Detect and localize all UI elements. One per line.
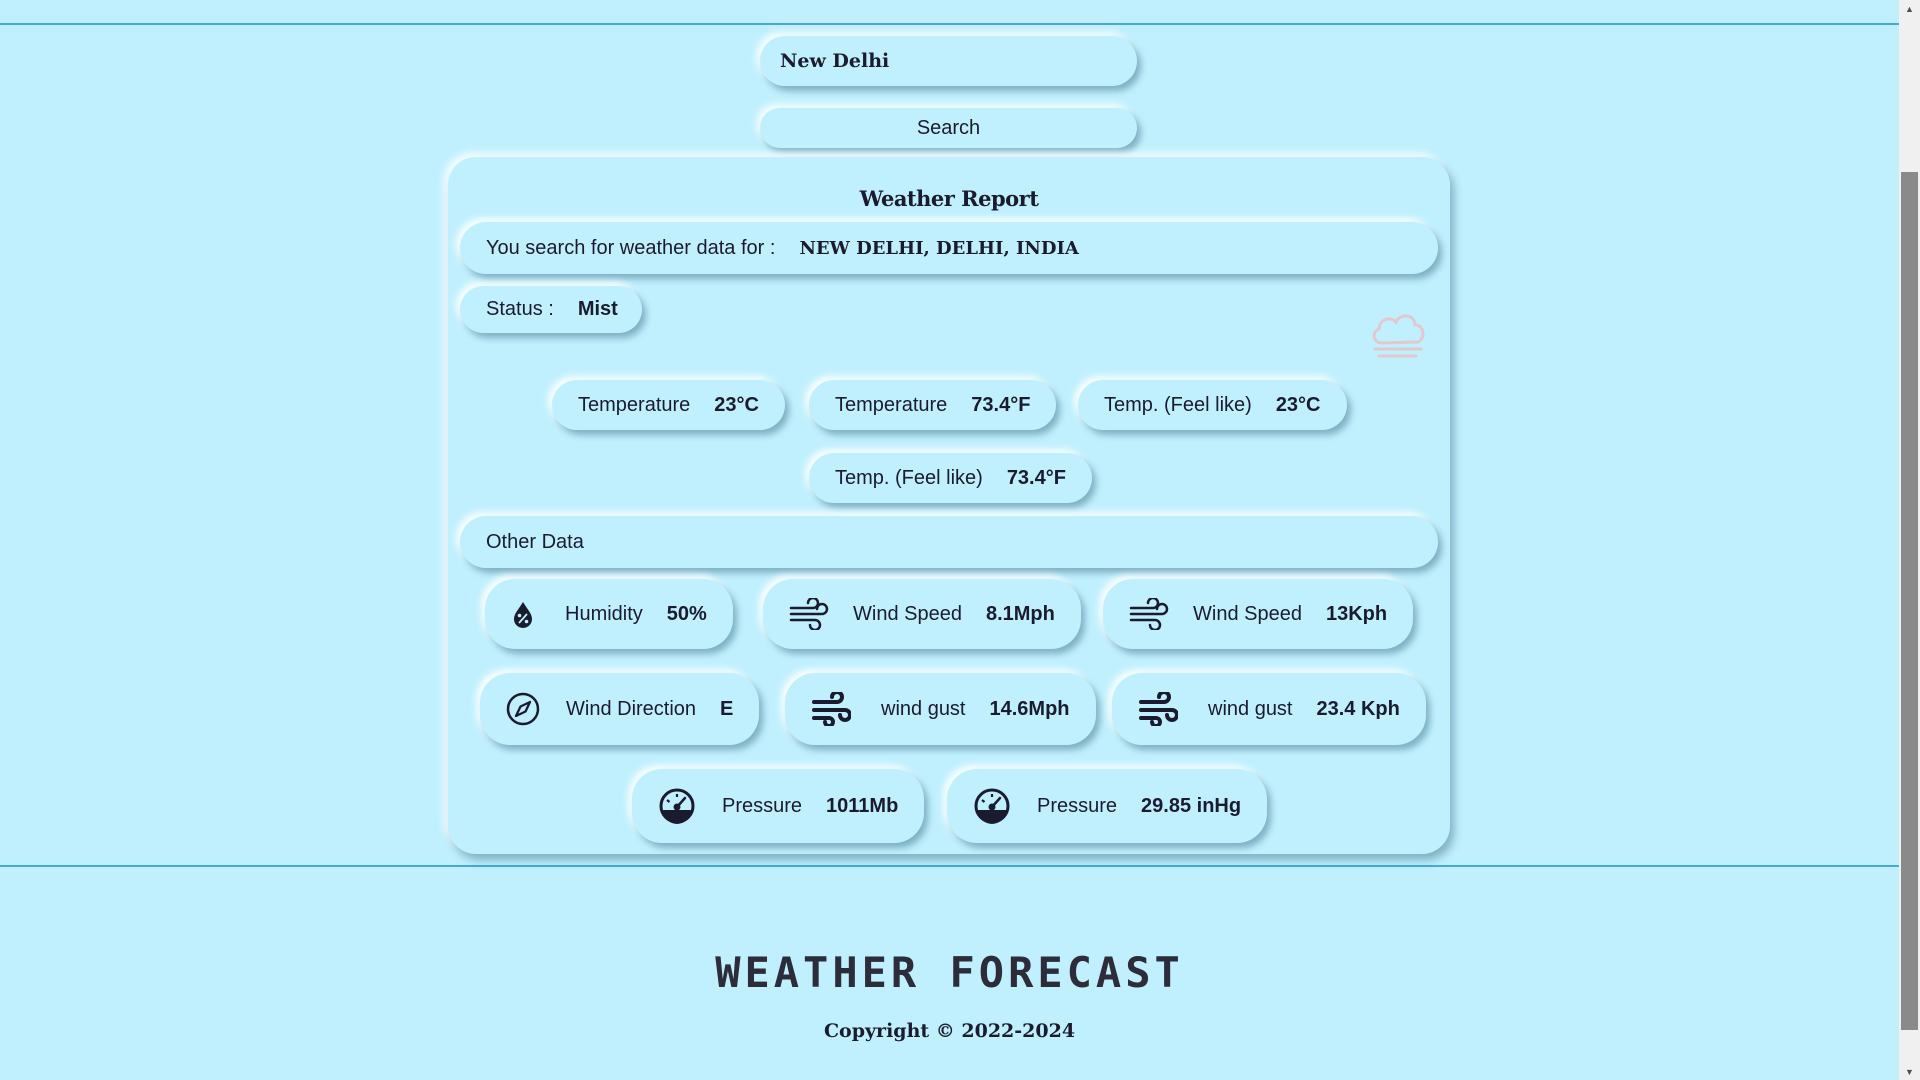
metric-value: E <box>720 697 734 720</box>
metric-label: wind gust <box>1208 697 1293 720</box>
wind-gust-icon <box>811 692 851 726</box>
compass-icon <box>506 692 540 726</box>
metric-value: 50% <box>666 602 707 625</box>
status-value: Mist <box>577 298 618 320</box>
metric-label: Wind Speed <box>1193 602 1302 625</box>
humidity-pill: Humidity 50% <box>485 579 733 649</box>
pressure-mb-pill: Pressure 1011Mb <box>632 769 925 843</box>
search-button[interactable]: Search <box>760 108 1137 148</box>
wind-speed-mph-pill: Wind Speed 8.1Mph <box>763 579 1081 649</box>
copyright-text: Copyright © 2022-2024 <box>823 1020 1076 1042</box>
temp-label: Temperature <box>835 393 948 416</box>
feels-like-c-pill: Temp. (Feel like) 23°C <box>1078 380 1347 430</box>
city-search-input[interactable] <box>760 36 1137 86</box>
metric-label: Wind Speed <box>853 602 962 625</box>
metric-label: Pressure <box>722 794 803 817</box>
wind-gust-icon <box>1138 692 1178 726</box>
metric-label: Pressure <box>1037 794 1118 817</box>
metric-value: 13Kph <box>1325 602 1388 625</box>
top-divider <box>0 23 1899 25</box>
wind-gust-kph-pill: wind gust 23.4 Kph <box>1112 673 1426 745</box>
bottom-divider <box>0 865 1899 867</box>
humidity-icon <box>511 600 535 628</box>
metric-value: 14.6Mph <box>989 697 1070 720</box>
metric-value: 8.1Mph <box>985 602 1055 625</box>
scroll-down-arrow-icon[interactable]: ▼ <box>1899 1063 1920 1080</box>
report-title: Weather Report <box>859 186 1039 211</box>
wind-direction-pill: Wind Direction E <box>480 673 760 745</box>
cloud-mist-icon <box>1368 305 1428 361</box>
scrollbar-thumb[interactable] <box>1901 172 1918 1030</box>
metric-label: wind gust <box>881 697 966 720</box>
scrollbar[interactable]: ▲ ▼ <box>1899 0 1920 1080</box>
temperature-c-pill: Temperature 23°C <box>552 380 785 430</box>
wind-gust-mph-pill: wind gust 14.6Mph <box>785 673 1096 745</box>
status-label: Status : <box>486 298 554 320</box>
status-pill: Status : Mist <box>460 286 642 333</box>
temp-label: Temp. (Feel like) <box>1104 393 1252 416</box>
wind-icon <box>1129 598 1169 630</box>
other-data-bar: Other Data <box>460 516 1438 568</box>
feels-like-f-pill: Temp. (Feel like) 73.4°F <box>809 453 1092 503</box>
location-value: NEW DELHI, DELHI, INDIA <box>799 237 1079 259</box>
temp-label: Temp. (Feel like) <box>835 466 983 489</box>
wind-icon <box>789 598 829 630</box>
temp-value: 23°C <box>1275 393 1321 416</box>
temp-label: Temperature <box>578 393 691 416</box>
other-data-label: Other Data <box>486 530 584 553</box>
temperature-f-pill: Temperature 73.4°F <box>809 380 1057 430</box>
metric-value: 29.85 inHg <box>1141 794 1242 817</box>
temp-value: 73.4°F <box>971 393 1031 416</box>
search-label: You search for weather data for : <box>486 236 776 259</box>
footer-title: WEATHER FORECAST <box>715 948 1184 997</box>
temp-value: 73.4°F <box>1006 466 1066 489</box>
gauge-icon <box>973 787 1011 825</box>
scroll-up-arrow-icon[interactable]: ▲ <box>1899 0 1920 17</box>
metric-value: 23.4 Kph <box>1316 697 1400 720</box>
pressure-inhg-pill: Pressure 29.85 inHg <box>947 769 1268 843</box>
location-bar: You search for weather data for : NEW DE… <box>460 222 1438 274</box>
metric-value: 1011Mb <box>826 794 899 817</box>
temp-value: 23°C <box>714 393 759 416</box>
gauge-icon <box>658 787 696 825</box>
weather-report-card: Weather Report You search for weather da… <box>448 157 1450 854</box>
metric-label: Humidity <box>565 602 643 625</box>
wind-speed-kph-pill: Wind Speed 13Kph <box>1103 579 1414 649</box>
metric-label: Wind Direction <box>566 697 697 720</box>
